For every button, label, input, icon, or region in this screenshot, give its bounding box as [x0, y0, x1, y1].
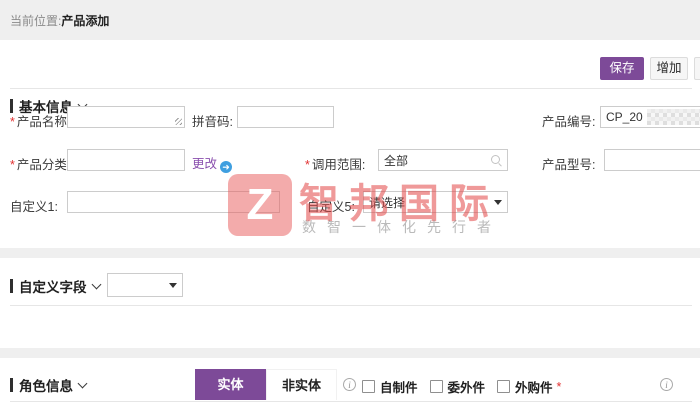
select-arrow-icon — [494, 200, 502, 205]
save-button[interactable]: 保存 — [600, 57, 644, 80]
scope-input[interactable]: 全部 — [378, 149, 508, 171]
partial-button[interactable] — [694, 57, 700, 80]
checkbox-outsourced[interactable] — [430, 380, 443, 393]
required-marker: * — [10, 115, 15, 129]
model-label: 产品型号: — [542, 154, 595, 173]
role-info-title: 角色信息 — [19, 375, 73, 395]
top-bar: 当前位置:产品添加 — [0, 0, 700, 40]
required-marker: * — [557, 380, 562, 394]
checkbox-self-made[interactable] — [362, 380, 375, 393]
model-input[interactable] — [604, 149, 700, 171]
role-info-card: 角色信息 实体 非实体 i 自制件 委外件 外购件 * i — [0, 358, 700, 412]
section-accent-bar — [10, 378, 13, 392]
section-divider — [10, 401, 692, 402]
category-input[interactable] — [67, 149, 185, 171]
custom1-input[interactable] — [67, 191, 280, 213]
tab-entity[interactable]: 实体 — [195, 369, 266, 400]
required-marker: * — [305, 158, 310, 172]
product-no-value: CP_20 — [606, 110, 643, 124]
pinyin-label: 拼音码: — [192, 111, 233, 130]
breadcrumb-current: 产品添加 — [61, 14, 109, 28]
product-no-input[interactable]: CP_20 — [600, 106, 700, 128]
basic-info-card: 基本信息 保存 增加 *产品名称: 拼音码: 产品编号: CP_20 *产品分类… — [0, 40, 700, 248]
select-arrow-icon — [169, 283, 177, 288]
tab-non-entity[interactable]: 非实体 — [266, 369, 337, 400]
role-info-header[interactable]: 角色信息 — [10, 375, 86, 395]
checkbox-purchased[interactable] — [497, 380, 510, 393]
pinyin-input[interactable] — [237, 106, 334, 128]
custom5-value: 请选择 — [369, 194, 405, 211]
required-marker: * — [10, 158, 15, 172]
scope-label: *调用范围: — [305, 154, 365, 173]
breadcrumb: 当前位置:产品添加 — [10, 12, 109, 29]
go-arrow-icon[interactable]: ➜ — [220, 161, 232, 173]
product-name-input[interactable] — [67, 106, 185, 128]
role-checkbox-group: 自制件 委外件 外购件 * — [362, 377, 563, 396]
info-icon[interactable]: i — [660, 378, 673, 391]
breadcrumb-prefix: 当前位置: — [10, 14, 61, 28]
checkbox-self-made-label: 自制件 — [380, 377, 418, 396]
custom5-select[interactable]: 请选择 — [363, 191, 508, 213]
search-icon[interactable] — [490, 154, 502, 166]
change-link[interactable]: 更改 — [192, 157, 217, 171]
custom-fields-card: 自定义字段 — [0, 258, 700, 348]
checkbox-purchased-label: 外购件 — [515, 377, 553, 396]
resize-grip[interactable] — [175, 118, 182, 125]
custom1-label: 自定义1: — [10, 196, 58, 215]
info-icon[interactable]: i — [343, 378, 356, 391]
header-divider — [10, 305, 692, 306]
section-gap — [0, 248, 700, 258]
custom-fields-header[interactable]: 自定义字段 — [10, 276, 100, 296]
scope-value: 全部 — [384, 152, 408, 169]
product-name-label: *产品名称: — [10, 111, 70, 130]
chevron-down-icon[interactable] — [91, 279, 101, 289]
product-no-label: 产品编号: — [542, 111, 595, 130]
add-button[interactable]: 增加 — [650, 57, 688, 80]
redacted-mosaic — [647, 109, 700, 125]
checkbox-outsourced-label: 委外件 — [448, 377, 486, 396]
category-label: *产品分类: — [10, 154, 70, 173]
header-divider — [10, 88, 692, 89]
custom-fields-title: 自定义字段 — [19, 276, 87, 296]
section-accent-bar — [10, 279, 13, 293]
section-gap — [0, 348, 700, 358]
chevron-down-icon[interactable] — [78, 378, 88, 388]
custom5-label: 自定义5: — [307, 196, 355, 215]
change-link-wrap: 更改➜ — [192, 153, 232, 173]
custom-fields-select[interactable] — [107, 273, 183, 297]
